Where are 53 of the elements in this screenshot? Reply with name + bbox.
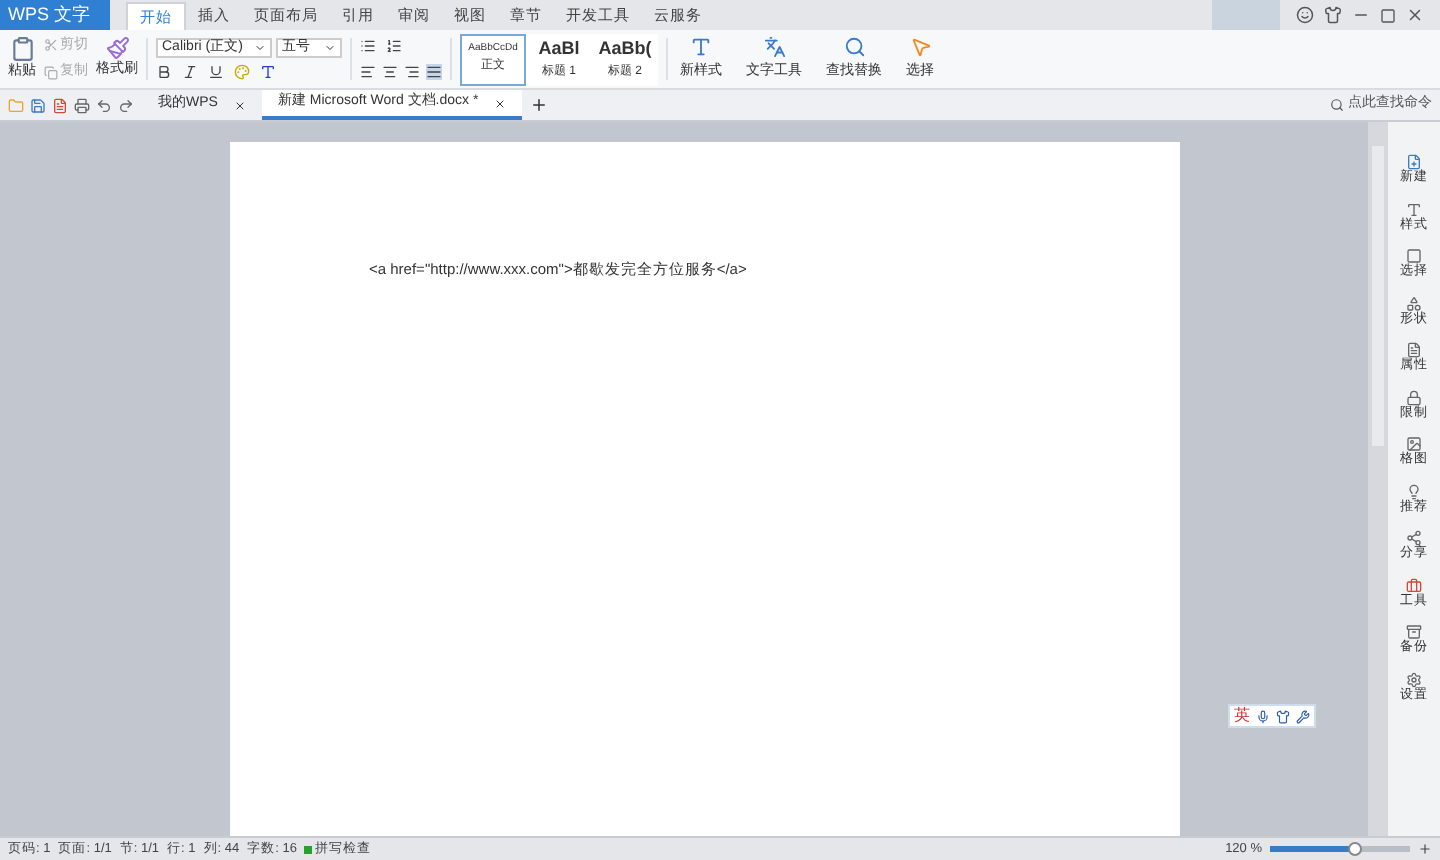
- undo-icon[interactable]: [96, 97, 112, 113]
- new-tab-icon[interactable]: [530, 96, 549, 114]
- search-icon: [843, 35, 865, 58]
- print-icon[interactable]: [74, 97, 90, 113]
- shirt-icon[interactable]: [1276, 709, 1290, 723]
- clipboard-icon: [9, 35, 35, 62]
- image-icon: [1406, 436, 1422, 452]
- wrench-icon[interactable]: [1296, 709, 1310, 723]
- save-icon[interactable]: [30, 97, 46, 113]
- archive-icon: [1406, 624, 1422, 640]
- document-icon: [1406, 342, 1422, 358]
- vertical-scrollbar[interactable]: [1368, 122, 1388, 836]
- bullet-list-icon[interactable]: [360, 38, 376, 54]
- brush-icon: [105, 36, 129, 61]
- copy-icon: [44, 65, 58, 80]
- dropdown-caret-icon: [324, 42, 336, 54]
- font-color-icon[interactable]: [260, 64, 276, 80]
- italic-icon[interactable]: [182, 64, 198, 80]
- account-area: [1212, 0, 1280, 30]
- align-right-icon[interactable]: [404, 64, 420, 80]
- ime-language-label[interactable]: 英: [1234, 704, 1250, 728]
- text-tool-icon: [763, 35, 785, 58]
- shapes-icon: [1406, 295, 1422, 311]
- justify-icon[interactable]: [426, 64, 442, 80]
- maximize-icon[interactable]: [1380, 7, 1396, 23]
- close-icon[interactable]: [494, 97, 507, 109]
- close-icon[interactable]: [233, 99, 246, 111]
- bold-icon[interactable]: [156, 64, 172, 80]
- numbered-list-icon[interactable]: [386, 38, 402, 54]
- underline-icon[interactable]: [208, 64, 224, 80]
- zoom-slider-thumb[interactable]: [1348, 842, 1362, 856]
- briefcase-icon: [1406, 577, 1422, 593]
- settings-icon: [1406, 671, 1422, 687]
- close-icon[interactable]: [1406, 6, 1424, 24]
- lock-icon: [1406, 389, 1422, 405]
- redo-icon[interactable]: [118, 97, 134, 113]
- dropdown-caret-icon: [254, 42, 266, 54]
- scissors-icon: [44, 38, 58, 53]
- lightbulb-icon: [1406, 483, 1422, 499]
- search-icon: [1330, 98, 1344, 112]
- share-icon: [1406, 530, 1422, 546]
- align-left-icon[interactable]: [360, 64, 376, 80]
- cursor-icon: [909, 35, 931, 58]
- text-style-icon: [690, 35, 712, 58]
- shirt-icon[interactable]: [1324, 6, 1342, 24]
- app-menu-button[interactable]: WPS 文字: [0, 0, 110, 30]
- zoom-slider-track[interactable]: [1270, 846, 1410, 852]
- square-icon: [1406, 248, 1422, 264]
- zoom-in-icon[interactable]: [1418, 842, 1432, 856]
- microphone-icon[interactable]: [1256, 709, 1270, 723]
- file-icon: [1406, 154, 1422, 170]
- align-center-icon[interactable]: [382, 64, 398, 80]
- text-style-icon: [1406, 201, 1422, 217]
